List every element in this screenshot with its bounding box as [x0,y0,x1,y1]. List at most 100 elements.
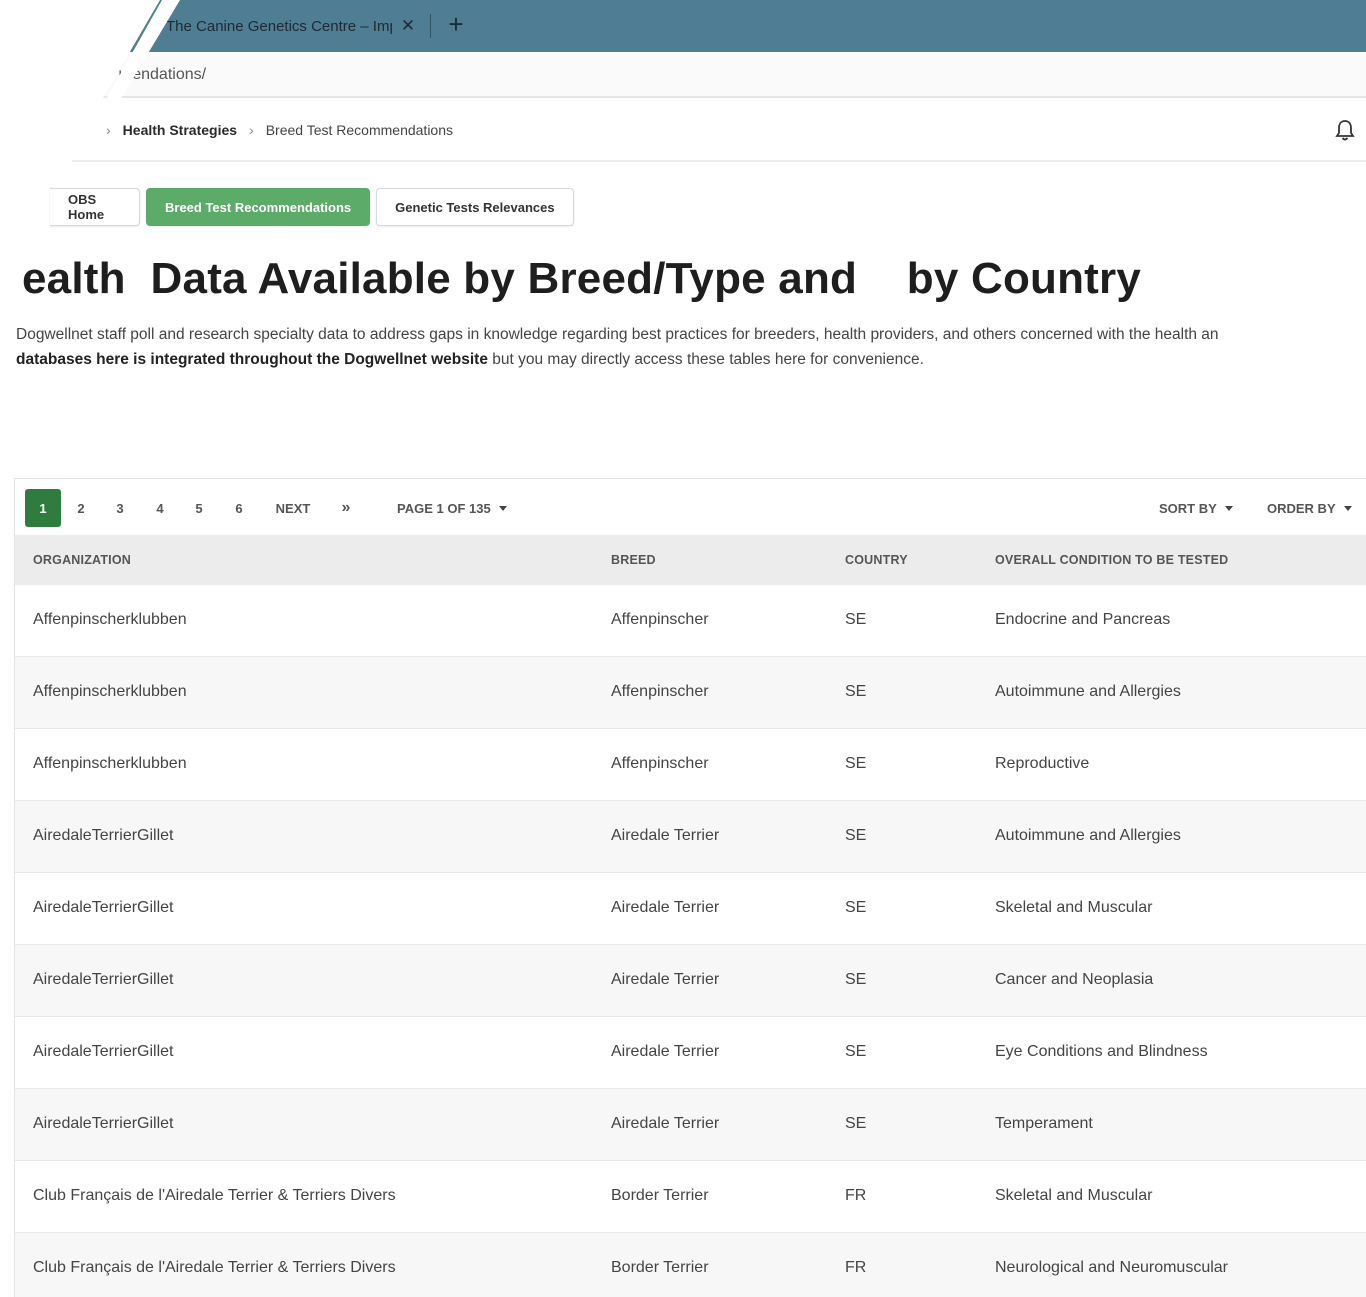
last-page-button[interactable]: » [335,489,357,527]
cell-country: FR [845,1259,867,1276]
table-row[interactable]: Club Français de l'Airedale Terrier & Te… [15,1233,1366,1297]
cell-organization: AiredaleTerrierGillet [33,971,174,988]
page-2-button[interactable]: 2 [71,489,91,527]
cell-organization: AiredaleTerrierGillet [33,827,174,844]
cell-organization: AiredaleTerrierGillet [33,1043,174,1060]
table-row[interactable]: AiredaleTerrierGillet Airedale Terrier SE S… [15,873,1366,945]
column-header-country: COUNTRY [845,553,908,567]
browser-tabstrip: The Canine Genetics Centre – Imp ✕ + [0,0,1366,52]
cell-breed: Affenpinscher [611,755,709,772]
page-select-dropdown[interactable]: PAGE 1 OF 135 [397,489,507,527]
cell-organization: AiredaleTerrierGillet [33,1115,174,1132]
cell-country: FR [845,1187,867,1204]
page-1-button[interactable]: 1 [25,489,61,527]
cell-country: SE [845,611,867,628]
cell-country: SE [845,755,867,772]
caret-down-icon [498,505,507,511]
breadcrumb-separator: › [249,122,254,138]
cell-country: SE [845,1115,867,1132]
breadcrumb-health-strategies[interactable]: Health Strategies [123,122,237,138]
cell-organization: Club Français de l'Airedale Terrier & Te… [33,1187,396,1204]
breadcrumb: › Health Strategies › Breed Test Recomme… [94,122,453,138]
tab-separator [430,14,431,38]
page-4-button[interactable]: 4 [150,489,170,527]
sort-by-label: SORT BY [1159,500,1217,516]
browser-tab-title: The Canine Genetics Centre – Imp [166,17,392,35]
caret-down-icon [1224,505,1233,511]
table-row[interactable]: AiredaleTerrierGillet Airedale Terrier SE T… [15,1089,1366,1161]
new-tab-button[interactable]: + [444,10,468,40]
intro-line-2: databases here is integrated throughout … [16,347,1366,372]
table-row[interactable]: Club Français de l'Airedale Terrier & Te… [15,1161,1366,1233]
browser-tab[interactable]: The Canine Genetics Centre – Imp ✕ [152,8,424,44]
intro-line-1: Dogwellnet staff poll and research speci… [16,326,1219,343]
cell-condition: Skeletal and Muscular [995,899,1153,916]
breadcrumb-bar: › Health Strategies › Breed Test Recomme… [72,100,1366,162]
page-6-button[interactable]: 6 [229,489,249,527]
tab-breed-test-recommendations[interactable]: Breed Test Recommendations [146,188,371,226]
page-5-button[interactable]: 5 [189,489,209,527]
cell-condition: Eye Conditions and Blindness [995,1043,1208,1060]
tab-genetic-tests-relevances[interactable]: Genetic Tests Relevances [376,188,574,226]
bell-icon[interactable] [1334,118,1356,142]
table-header: ORGANIZATION BREED COUNTRY OVERALL CONDI… [15,535,1366,585]
caret-down-icon [1343,505,1352,511]
cell-country: SE [845,899,867,916]
table-row[interactable]: AiredaleTerrierGillet Airedale Terrier SE C… [15,945,1366,1017]
column-header-condition: OVERALL CONDITION TO BE TESTED [995,553,1229,567]
page-3-button[interactable]: 3 [110,489,130,527]
next-page-button[interactable]: NEXT [271,489,315,527]
sort-by-dropdown[interactable]: SORT BY [1159,489,1233,527]
cell-breed: Airedale Terrier [611,827,720,844]
table-row[interactable]: Affenpinscherklubben Affenpinscher SE Repro… [15,729,1366,801]
cell-condition: Temperament [995,1115,1093,1132]
intro-bold: databases here is integrated throughout … [16,351,488,368]
cell-condition: Neurological and Neuromuscular [995,1259,1229,1276]
tab-obs-home[interactable]: OBS Home [50,188,140,226]
page-title-text: ealth Data Available by Breed/Type and b… [22,254,1142,303]
subnav: OBS Home Breed Test Recommendations Gene… [50,188,574,226]
cell-breed: Airedale Terrier [611,1043,720,1060]
table-row[interactable]: AiredaleTerrierGillet Airedale Terrier SE E… [15,1017,1366,1089]
cell-organization: AiredaleTerrierGillet [33,899,174,916]
intro-text: Dogwellnet staff poll and research speci… [16,322,1366,372]
page-select-label: PAGE 1 OF 135 [397,500,491,516]
cell-condition: Endocrine and Pancreas [995,611,1171,628]
cell-country: SE [845,683,867,700]
table-row[interactable]: AiredaleTerrierGillet Airedale Terrier SE A… [15,801,1366,873]
table-row[interactable]: Affenpinscherklubben Affenpinscher SE Autoi… [15,657,1366,729]
cell-condition: Autoimmune and Allergies [995,827,1181,844]
page-title: Health Data Available by Breed/Type and … [22,254,1141,304]
cell-organization: Affenpinscherklubben [33,683,187,700]
breadcrumb-separator: › [106,122,111,138]
tab-close-icon[interactable]: ✕ [398,16,418,36]
cell-country: SE [845,1043,867,1060]
cell-breed: Airedale Terrier [611,971,720,988]
cell-country: SE [845,827,867,844]
cell-condition: Reproductive [995,755,1090,772]
recommendations-table-panel: 1 2 3 4 5 6 NEXT » PAGE 1 OF 135 SORT BY… [14,478,1366,1297]
intro-rest: but you may directly access these tables… [487,351,924,368]
cell-country: SE [845,971,867,988]
pagination: 1 2 3 4 5 6 NEXT » PAGE 1 OF 135 SORT BY… [15,479,1366,535]
url-text[interactable]: ır endations/ [118,66,206,84]
cell-breed: Border Terrier [611,1259,709,1276]
column-header-organization: ORGANIZATION [33,553,131,567]
cell-breed: Airedale Terrier [611,1115,720,1132]
cell-breed: Affenpinscher [611,683,709,700]
cell-organization: Club Français de l'Airedale Terrier & Te… [33,1259,396,1276]
cell-organization: Affenpinscherklubben [33,755,187,772]
table-row[interactable]: Affenpinscherklubben Affenpinscher SE Endoc… [15,585,1366,657]
order-by-label: ORDER BY [1267,500,1336,516]
order-by-dropdown[interactable]: ORDER BY [1267,489,1352,527]
cell-condition: Skeletal and Muscular [995,1187,1153,1204]
cell-condition: Autoimmune and Allergies [995,683,1181,700]
breadcrumb-current: Breed Test Recommendations [265,122,454,138]
cell-breed: Border Terrier [611,1187,709,1204]
cell-breed: Airedale Terrier [611,899,720,916]
column-header-breed: BREED [611,553,656,567]
cell-breed: Affenpinscher [611,611,709,628]
cell-organization: Affenpinscherklubben [33,611,187,628]
table-body: Affenpinscherklubben Affenpinscher SE Endoc… [15,585,1366,1297]
address-bar[interactable]: ır endations/ [0,52,1366,98]
